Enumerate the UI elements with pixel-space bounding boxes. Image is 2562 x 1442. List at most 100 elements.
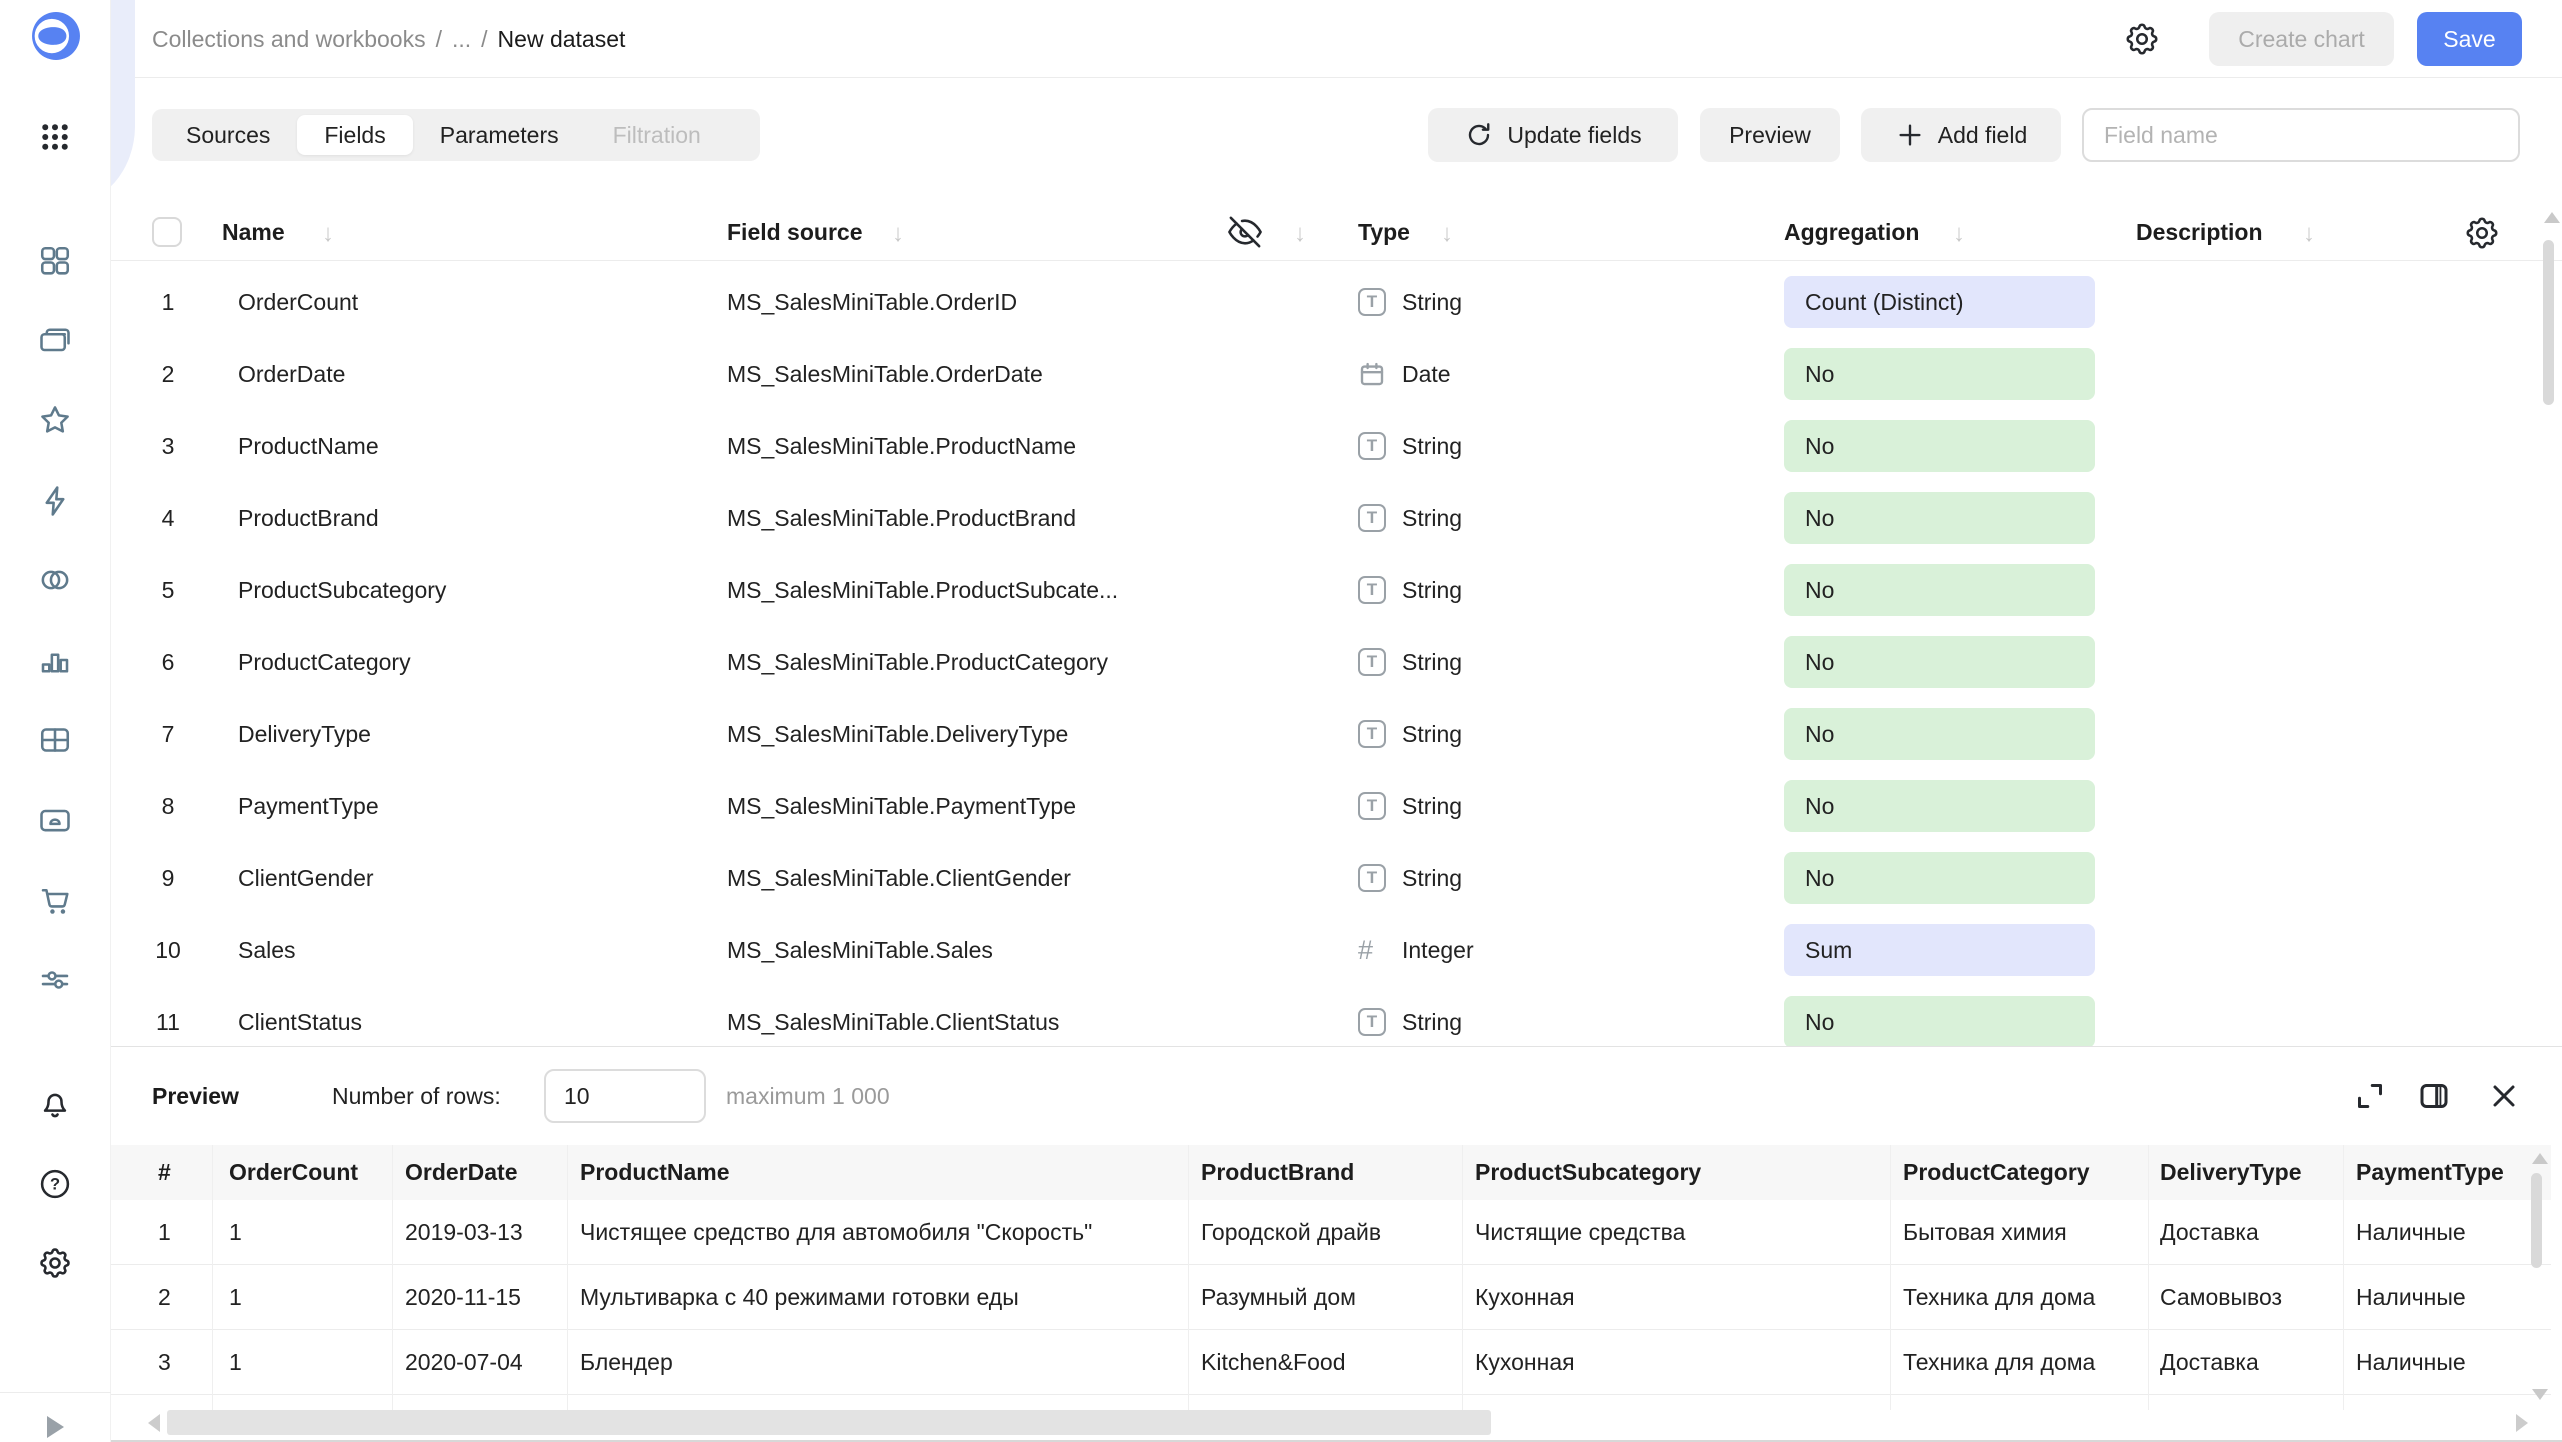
preview-vertical-scrollbar[interactable] bbox=[2531, 1173, 2542, 1268]
field-name[interactable]: ProductSubcategory bbox=[238, 554, 446, 626]
field-type[interactable]: String bbox=[1402, 410, 1462, 482]
apps-grid-icon[interactable] bbox=[33, 115, 77, 159]
fields-vertical-scrollbar[interactable] bbox=[2543, 240, 2554, 405]
field-type[interactable]: Date bbox=[1402, 338, 1451, 410]
field-name[interactable]: OrderDate bbox=[238, 338, 345, 410]
field-row[interactable]: 1 OrderCount MS_SalesMiniTable.OrderID Stri… bbox=[111, 266, 2562, 338]
expand-preview-icon[interactable] bbox=[2352, 1078, 2388, 1114]
field-type[interactable]: String bbox=[1402, 770, 1462, 842]
string-type-icon bbox=[1358, 576, 1386, 604]
expand-sidebar-icon[interactable] bbox=[33, 1405, 77, 1442]
aggregation-select[interactable]: Sum bbox=[1784, 924, 2095, 976]
breadcrumb-ellipsis[interactable]: ... bbox=[452, 26, 471, 52]
sort-arrow-icon[interactable] bbox=[892, 204, 904, 261]
field-name[interactable]: ClientStatus bbox=[238, 986, 362, 1046]
datalens-logo-icon[interactable] bbox=[31, 11, 81, 61]
create-chart-button[interactable]: Create chart bbox=[2209, 12, 2394, 66]
aggregation-select[interactable]: No bbox=[1784, 852, 2095, 904]
help-icon[interactable]: ? bbox=[33, 1162, 77, 1206]
aggregation-select[interactable]: No bbox=[1784, 348, 2095, 400]
field-row[interactable]: 3 ProductName MS_SalesMiniTable.ProductNam… bbox=[111, 410, 2562, 482]
preview-column-header: # bbox=[158, 1159, 171, 1185]
aggregation-select[interactable]: No bbox=[1784, 780, 2095, 832]
rows-count-input[interactable] bbox=[544, 1069, 706, 1123]
field-row[interactable]: 9 ClientGender MS_SalesMiniTable.ClientGen… bbox=[111, 842, 2562, 914]
save-button[interactable]: Save bbox=[2417, 12, 2522, 66]
close-preview-icon[interactable] bbox=[2486, 1078, 2522, 1114]
field-type[interactable]: String bbox=[1402, 986, 1462, 1046]
field-row[interactable]: 6 ProductCategory MS_SalesMiniTable.Produc… bbox=[111, 626, 2562, 698]
column-header-name[interactable]: Name bbox=[222, 204, 285, 261]
horizontal-scrollbar-thumb[interactable] bbox=[167, 1410, 1491, 1435]
field-name[interactable]: OrderCount bbox=[238, 266, 358, 338]
sort-arrow-icon[interactable] bbox=[2303, 204, 2315, 261]
lightning-icon[interactable] bbox=[33, 479, 77, 523]
scroll-left-arrow[interactable] bbox=[148, 1414, 160, 1432]
add-field-button[interactable]: Add field bbox=[1861, 108, 2061, 162]
breadcrumb-root[interactable]: Collections and workbooks bbox=[152, 26, 426, 52]
aggregation-select[interactable]: No bbox=[1784, 636, 2095, 688]
field-name[interactable]: ProductBrand bbox=[238, 482, 379, 554]
preview-button[interactable]: Preview bbox=[1700, 108, 1840, 162]
field-type[interactable]: String bbox=[1402, 626, 1462, 698]
charts-icon[interactable] bbox=[33, 638, 77, 682]
field-name-search-input[interactable] bbox=[2082, 108, 2520, 162]
field-name[interactable]: ClientGender bbox=[238, 842, 374, 914]
field-row[interactable]: 4 ProductBrand MS_SalesMiniTable.ProductBr… bbox=[111, 482, 2562, 554]
column-header-field-source[interactable]: Field source bbox=[727, 204, 862, 261]
field-name[interactable]: Sales bbox=[238, 914, 296, 986]
update-fields-button[interactable]: Update fields bbox=[1428, 108, 1678, 162]
settings-sliders-icon[interactable] bbox=[33, 958, 77, 1002]
split-view-icon[interactable] bbox=[2416, 1078, 2452, 1114]
sort-arrow-icon[interactable] bbox=[1953, 204, 1965, 261]
column-header-description[interactable]: Description bbox=[2136, 204, 2263, 261]
field-type[interactable]: String bbox=[1402, 554, 1462, 626]
sort-arrow-icon[interactable] bbox=[322, 204, 334, 261]
field-row[interactable]: 8 PaymentType MS_SalesMiniTable.PaymentTyp… bbox=[111, 770, 2562, 842]
field-type[interactable]: String bbox=[1402, 698, 1462, 770]
field-row[interactable]: 7 DeliveryType MS_SalesMiniTable.DeliveryT… bbox=[111, 698, 2562, 770]
field-name[interactable]: ProductName bbox=[238, 410, 379, 482]
aggregation-select[interactable]: No bbox=[1784, 492, 2095, 544]
scroll-up-arrow[interactable] bbox=[2532, 1153, 2548, 1164]
sort-arrow-icon[interactable] bbox=[1294, 204, 1306, 261]
notifications-bell-icon[interactable] bbox=[33, 1082, 77, 1126]
field-type[interactable]: String bbox=[1402, 266, 1462, 338]
field-row[interactable]: 2 OrderDate MS_SalesMiniTable.OrderDate Dat… bbox=[111, 338, 2562, 410]
scroll-right-arrow[interactable] bbox=[2516, 1414, 2528, 1432]
columns-settings-gear-icon[interactable] bbox=[2463, 214, 2501, 252]
table-editor-icon[interactable] bbox=[33, 718, 77, 762]
field-name[interactable]: DeliveryType bbox=[238, 698, 371, 770]
settings-gear-icon[interactable] bbox=[33, 1241, 77, 1285]
select-all-checkbox[interactable] bbox=[152, 217, 182, 247]
scroll-down-arrow[interactable] bbox=[2532, 1389, 2548, 1400]
column-header-aggregation[interactable]: Aggregation bbox=[1784, 204, 1919, 261]
field-row[interactable]: 5 ProductSubcategory MS_SalesMiniTable.Pro… bbox=[111, 554, 2562, 626]
storage-folder-icon[interactable] bbox=[33, 798, 77, 842]
tab-fields[interactable]: Fields bbox=[297, 115, 413, 155]
aggregation-select[interactable]: No bbox=[1784, 996, 2095, 1046]
field-type[interactable]: String bbox=[1402, 842, 1462, 914]
field-row[interactable]: 11 ClientStatus MS_SalesMiniTable.ClientSt… bbox=[111, 986, 2562, 1046]
marketplace-cart-icon[interactable] bbox=[33, 878, 77, 922]
tab-parameters[interactable]: Parameters bbox=[413, 115, 586, 155]
aggregation-select[interactable]: Count (Distinct) bbox=[1784, 276, 2095, 328]
aggregation-select[interactable]: No bbox=[1784, 420, 2095, 472]
collections-icon[interactable] bbox=[33, 319, 77, 363]
field-name[interactable]: ProductCategory bbox=[238, 626, 411, 698]
sort-arrow-icon[interactable] bbox=[1441, 204, 1453, 261]
field-row[interactable]: 10 Sales MS_SalesMiniTable.Sales Integer Sum bbox=[111, 914, 2562, 986]
column-header-type[interactable]: Type bbox=[1358, 204, 1410, 261]
field-type[interactable]: Integer bbox=[1402, 914, 1474, 986]
dataset-settings-gear-icon[interactable] bbox=[2123, 20, 2161, 58]
connections-icon[interactable] bbox=[33, 558, 77, 602]
field-name[interactable]: PaymentType bbox=[238, 770, 379, 842]
scroll-up-arrow[interactable] bbox=[2544, 212, 2560, 223]
tab-sources[interactable]: Sources bbox=[159, 115, 297, 155]
dashboards-icon[interactable] bbox=[33, 239, 77, 283]
aggregation-select[interactable]: No bbox=[1784, 564, 2095, 616]
hidden-eye-off-icon[interactable] bbox=[1228, 215, 1264, 251]
favorites-star-icon[interactable] bbox=[33, 398, 77, 442]
aggregation-select[interactable]: No bbox=[1784, 708, 2095, 760]
field-type[interactable]: String bbox=[1402, 482, 1462, 554]
